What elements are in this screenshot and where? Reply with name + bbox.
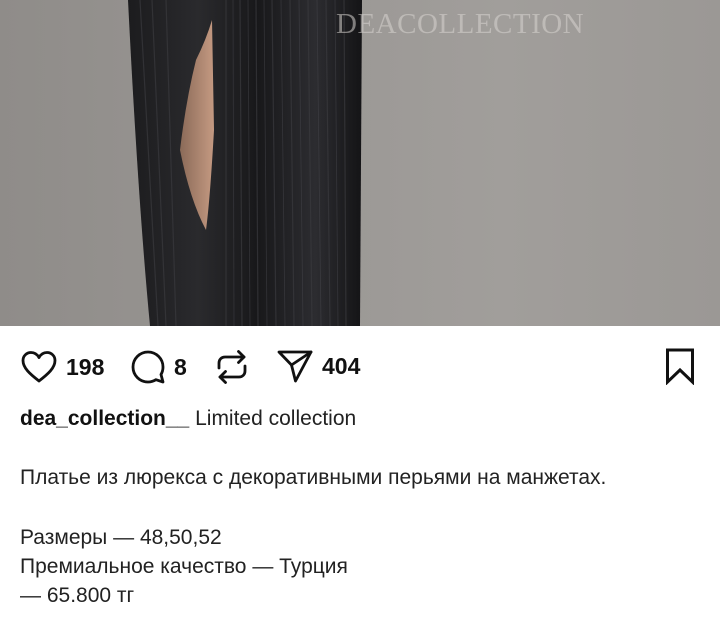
price-line: — 65.800 тг xyxy=(20,584,135,607)
post-actions-bar: 198 8 404 xyxy=(0,326,720,406)
like-count: 198 xyxy=(66,353,105,380)
share-icon xyxy=(277,350,313,383)
bookmark-icon xyxy=(666,348,694,385)
repost-button[interactable] xyxy=(214,348,250,386)
watermark-text: DEACOLLECTION xyxy=(336,8,585,40)
dress-photo xyxy=(128,0,362,326)
repost-icon xyxy=(217,350,247,384)
comment-count: 8 xyxy=(174,353,187,380)
caption-details: Размеры — 48,50,52 Премиальное качество … xyxy=(20,523,348,610)
comment-button[interactable]: 8 xyxy=(130,349,187,385)
caption-description: Платье из люрекса с декоративными перьям… xyxy=(20,466,607,489)
caption-title: Limited collection xyxy=(195,407,357,430)
post-caption: dea_collection__ Limited collection xyxy=(20,405,700,433)
like-button[interactable]: 198 xyxy=(20,350,104,384)
quality-line: Премиальное качество — Турция xyxy=(20,555,348,578)
save-button[interactable] xyxy=(664,347,696,385)
share-button[interactable]: 404 xyxy=(276,348,360,384)
comment-icon xyxy=(131,350,165,384)
share-count: 404 xyxy=(322,352,361,379)
heart-icon xyxy=(21,351,57,383)
username-link[interactable]: dea_collection__ xyxy=(20,407,189,430)
sizes-line: Размеры — 48,50,52 xyxy=(20,526,222,549)
post-image[interactable]: DEACOLLECTION xyxy=(0,0,720,326)
